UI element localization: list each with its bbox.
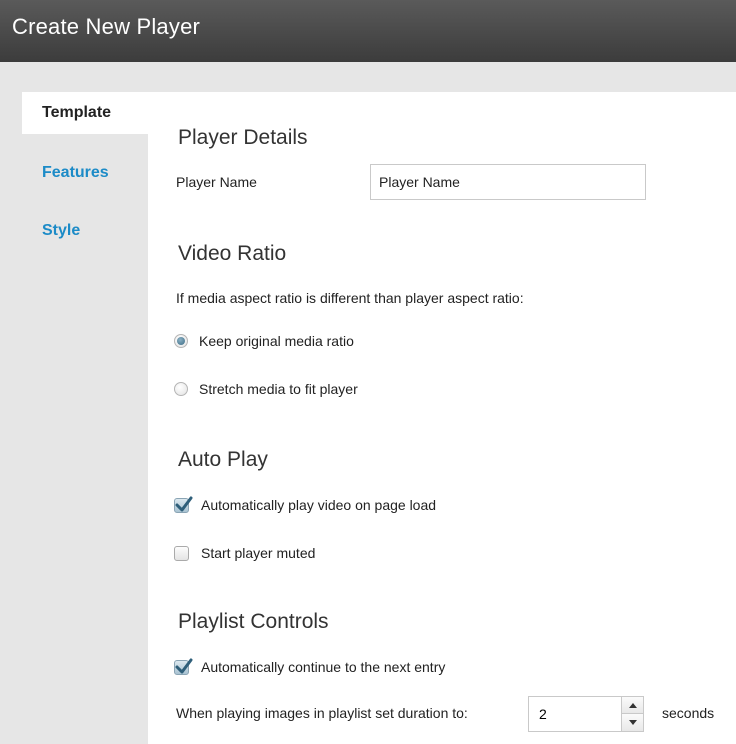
player-name-input[interactable] bbox=[370, 164, 646, 200]
duration-spin-buttons bbox=[621, 697, 643, 731]
checkbox-continue-next-label: Automatically continue to the next entry bbox=[201, 659, 446, 675]
player-details-heading: Player Details bbox=[178, 126, 308, 149]
checkbox-checked-icon[interactable] bbox=[174, 658, 193, 675]
video-ratio-heading: Video Ratio bbox=[178, 242, 287, 265]
radio-keep-ratio-label: Keep original media ratio bbox=[199, 333, 354, 349]
checkbox-checked-icon[interactable] bbox=[174, 496, 193, 513]
player-name-label: Player Name bbox=[176, 174, 257, 190]
tab-style[interactable]: Style bbox=[22, 210, 148, 252]
duration-stepper[interactable] bbox=[528, 696, 644, 732]
template-panel: Player Details Player Name Video Ratio I… bbox=[148, 92, 736, 744]
arrow-up-icon bbox=[628, 702, 637, 708]
checkbox-unchecked-icon[interactable] bbox=[174, 545, 189, 561]
radio-unselected-icon[interactable] bbox=[174, 382, 188, 396]
duration-input[interactable] bbox=[529, 697, 621, 731]
duration-label: When playing images in playlist set dura… bbox=[176, 705, 468, 721]
sidebar: Template Features Style bbox=[22, 92, 148, 744]
playlist-controls-heading: Playlist Controls bbox=[178, 610, 329, 633]
title-bar: Create New Player bbox=[0, 0, 736, 62]
window-title: Create New Player bbox=[12, 14, 201, 39]
video-ratio-description: If media aspect ratio is different than … bbox=[176, 290, 524, 306]
radio-stretch-media-label: Stretch media to fit player bbox=[199, 381, 358, 397]
radio-keep-ratio[interactable]: Keep original media ratio bbox=[174, 330, 354, 352]
radio-selected-icon[interactable] bbox=[174, 334, 188, 348]
checkbox-autoplay-label: Automatically play video on page load bbox=[201, 497, 437, 513]
tab-template[interactable]: Template bbox=[22, 92, 148, 134]
arrow-down-icon bbox=[628, 720, 637, 725]
checkbox-autoplay[interactable]: Automatically play video on page load bbox=[174, 494, 436, 516]
checkbox-start-muted-label: Start player muted bbox=[201, 545, 316, 561]
auto-play-heading: Auto Play bbox=[178, 448, 268, 471]
checkbox-continue-next[interactable]: Automatically continue to the next entry bbox=[174, 656, 445, 678]
radio-stretch-media[interactable]: Stretch media to fit player bbox=[174, 378, 358, 400]
decrement-button[interactable] bbox=[622, 714, 643, 731]
increment-button[interactable] bbox=[622, 697, 643, 714]
duration-unit: seconds bbox=[662, 705, 715, 721]
tab-features[interactable]: Features bbox=[22, 152, 148, 194]
checkbox-start-muted[interactable]: Start player muted bbox=[174, 542, 315, 564]
